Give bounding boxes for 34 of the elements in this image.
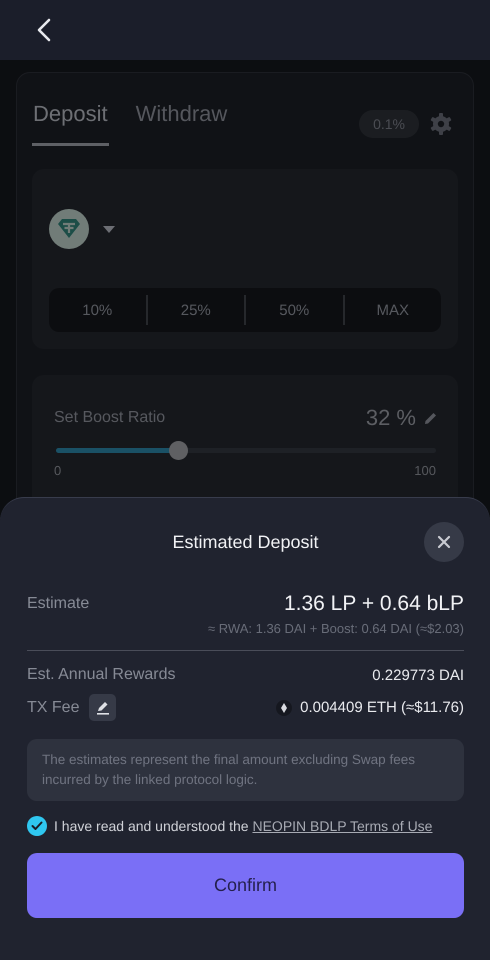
token-icon[interactable] [49, 209, 89, 249]
close-icon[interactable] [437, 535, 451, 549]
agreement-text: I have read and understood the [54, 818, 249, 834]
slider-max: 100 [414, 463, 436, 478]
agreement-checkbox[interactable] [27, 816, 47, 836]
tab[interactable]: Deposit [32, 101, 109, 146]
sheet-title: Estimated Deposit [172, 532, 319, 552]
percent-button[interactable]: 10% [49, 288, 146, 332]
boost-label: Set Boost Ratio [54, 409, 166, 427]
slider-min: 0 [54, 463, 62, 478]
caret-icon[interactable] [103, 226, 115, 232]
info-note: The estimates represent the final amount excluding Swap fees incurred by the linked protocol logic. [27, 739, 464, 801]
close-button[interactable] [424, 522, 464, 562]
edit-fee-button[interactable] [89, 694, 116, 721]
tab[interactable]: Withdraw [134, 101, 228, 146]
rewards-label: Est. Annual Rewards [27, 666, 176, 684]
percent-button[interactable]: 50% [246, 288, 342, 332]
fee-value: 0.004409 ETH (≈$11.76) [300, 699, 464, 716]
rewards-value: 0.229773 DAI [372, 666, 464, 684]
estimate-value: 1.36 LP + 0.64 bLP [284, 592, 464, 616]
estimate-label: Estimate [27, 595, 90, 613]
confirm-button[interactable]: Confirm [27, 853, 464, 918]
checkmark-icon[interactable] [31, 821, 43, 831]
percent-button[interactable]: MAX [344, 288, 441, 332]
fee-label: TX Fee [27, 698, 80, 716]
boost-value: 32 % [366, 405, 416, 431]
ethereum-icon [276, 700, 292, 716]
slider-thumb[interactable] [168, 441, 188, 460]
edit-icon[interactable] [424, 411, 438, 425]
pencil-icon[interactable] [96, 700, 110, 714]
estimate-detail: ≈ RWA: 1.36 DAI + Boost: 0.64 DAI (≈$2.03) [207, 621, 464, 636]
terms-link[interactable]: NEOPIN BDLP Terms of Use [252, 818, 432, 834]
back-icon[interactable] [36, 18, 52, 42]
percent-button[interactable]: 25% [148, 288, 244, 332]
